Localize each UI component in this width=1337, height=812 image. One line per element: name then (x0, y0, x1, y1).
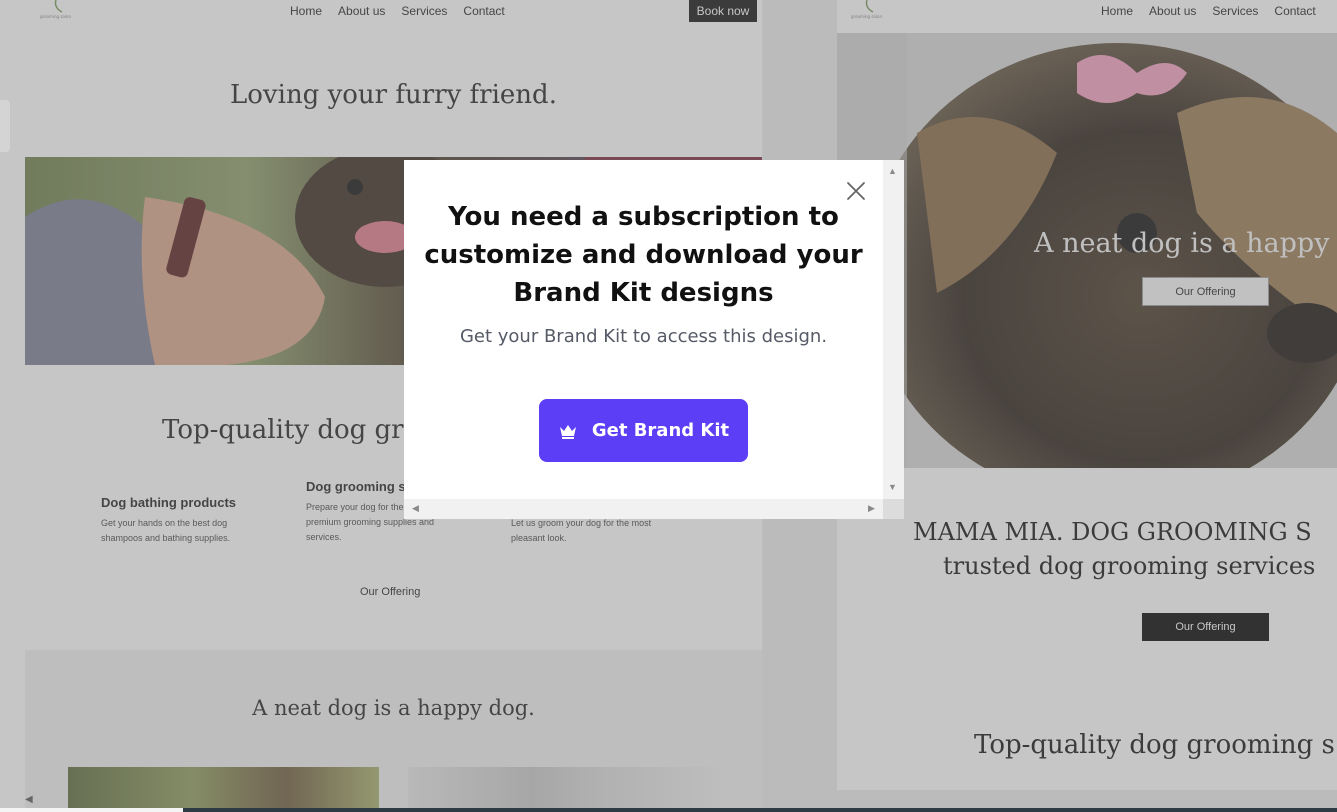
bottom-bar-segment (0, 808, 183, 812)
modal-title: You need a subscription to customize and… (424, 202, 863, 308)
side-tab[interactable] (0, 100, 10, 152)
bottom-bar (0, 808, 1337, 812)
scroll-down-icon[interactable]: ▼ (888, 482, 897, 492)
crown-icon (558, 423, 578, 439)
subscription-modal: You need a subscription to customize and… (404, 160, 904, 519)
modal-subtitle: Get your Brand Kit to access this design… (459, 326, 828, 347)
modal-horizontal-scrollbar[interactable]: ◀ ▶ (404, 499, 883, 519)
scroll-right-icon[interactable]: ▶ (868, 503, 875, 514)
get-brand-kit-label: Get Brand Kit (591, 420, 730, 441)
scroll-left-small-icon[interactable]: ◀ (412, 503, 419, 514)
scrollbar-corner (883, 499, 904, 519)
scroll-up-icon[interactable]: ▲ (888, 166, 897, 176)
get-brand-kit-button[interactable]: Get Brand Kit (539, 399, 748, 462)
scroll-left-icon[interactable]: ◀ (25, 794, 33, 805)
modal-vertical-scrollbar[interactable]: ▲ ▼ (883, 160, 904, 499)
